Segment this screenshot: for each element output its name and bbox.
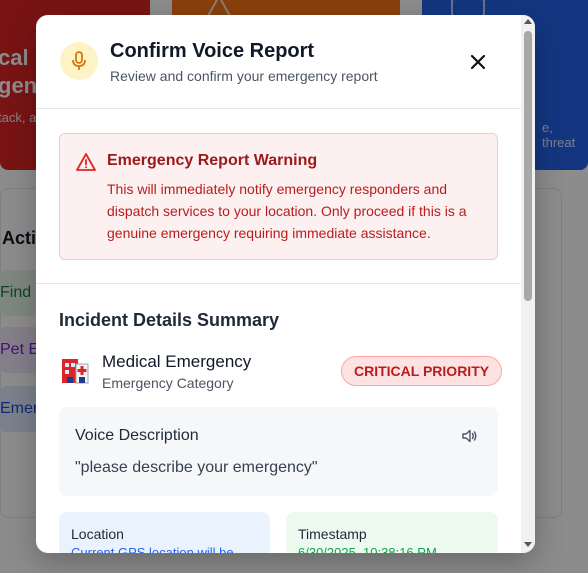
dialog-subtitle: Review and confirm your emergency report	[110, 68, 378, 84]
warning-triangle-icon	[76, 153, 96, 171]
priority-badge: CRITICAL PRIORITY	[341, 356, 503, 386]
category-label: Emergency Category	[102, 375, 234, 391]
microphone-icon	[72, 51, 86, 70]
timestamp-label: Timestamp	[298, 526, 367, 542]
scrollbar-thumb[interactable]	[524, 31, 532, 301]
scroll-down-arrow-icon[interactable]	[524, 542, 532, 547]
dialog-header: Confirm Voice Report Review and confirm …	[36, 15, 521, 109]
confirm-voice-report-dialog: Confirm Voice Report Review and confirm …	[36, 15, 535, 553]
hospital-icon	[62, 359, 89, 384]
timestamp-card: Timestamp 6/30/2025, 10:38:16 PM	[286, 512, 498, 553]
voice-description-text: "please describe your emergency"	[75, 459, 318, 476]
section-title: Incident Details Summary	[59, 310, 280, 330]
warning-box: Emergency Report Warning This will immed…	[59, 133, 498, 260]
timestamp-value: 6/30/2025, 10:38:16 PM	[298, 545, 437, 553]
voice-description-card: Voice Description "please describe your …	[59, 407, 498, 496]
microphone-badge	[60, 42, 98, 80]
location-label: Location	[71, 526, 124, 542]
modal-scroll-area[interactable]: Confirm Voice Report Review and confirm …	[36, 15, 521, 553]
speaker-icon[interactable]	[461, 427, 479, 445]
location-value: Current GPS location will be	[71, 545, 234, 553]
section-divider	[36, 283, 521, 284]
scroll-up-arrow-icon[interactable]	[524, 19, 532, 24]
location-card: Location Current GPS location will be	[59, 512, 270, 553]
close-button[interactable]	[466, 50, 490, 74]
dialog-title: Confirm Voice Report	[110, 40, 315, 62]
voice-description-title: Voice Description	[75, 427, 199, 444]
warning-text: This will immediately notify emergency r…	[107, 181, 467, 241]
warning-title: Emergency Report Warning	[107, 152, 318, 169]
modal-scrollbar[interactable]	[521, 15, 535, 553]
close-icon	[470, 54, 486, 70]
category-name: Medical Emergency	[102, 352, 252, 371]
